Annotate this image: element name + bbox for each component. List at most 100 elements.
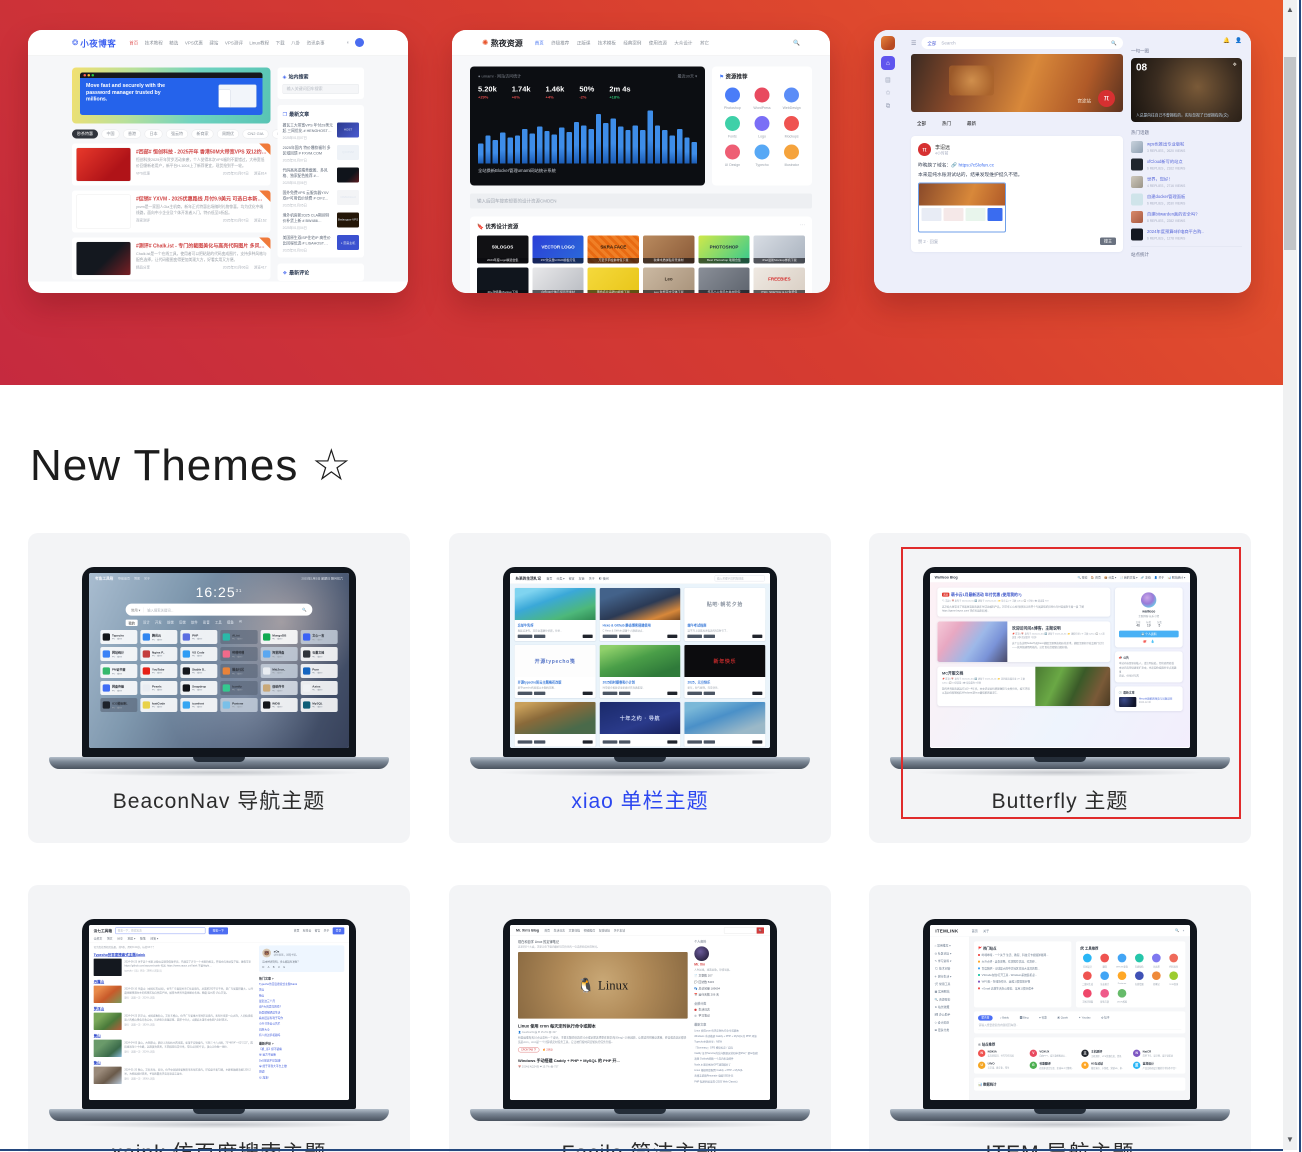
hot-article-link[interactable]: 最近这三个月 xyxy=(259,999,344,1003)
item-search-input[interactable]: 请输入想要搜索的内容按回车键.. xyxy=(978,1021,1181,1030)
hot-site-entry[interactable]: VSCode在线/打开工具 - Windows系统装机必... xyxy=(978,973,1067,977)
xiao-nav-item[interactable]: 🌓 夜间 xyxy=(599,576,609,580)
xiao-nav-item[interactable]: 留言 xyxy=(569,576,575,580)
xaink-search-input[interactable]: 搜索一下，你就知道 xyxy=(115,927,205,934)
read-more-pill[interactable] xyxy=(667,692,677,695)
link-tile[interactable]: 网站统计❤1 · 👁99 xyxy=(100,647,137,661)
hot-article-link[interactable]: 有人用过手机版吗 xyxy=(259,1033,344,1037)
item-menu-entry[interactable]: ✈ 旅行生活 ▾ xyxy=(935,974,969,978)
scrollbar-thumb[interactable] xyxy=(1284,57,1296,250)
comment-link[interactable]: 😆 远方不远嘛 xyxy=(259,1053,344,1057)
link-tile[interactable]: YouTube❤1 · 👁99 xyxy=(140,664,177,678)
hot-site-entry[interactable]: WPS处 - 在线协作好、运维习惯提效好物 xyxy=(978,980,1067,984)
read-more-pill[interactable] xyxy=(583,692,593,695)
topic-item[interactable]: wps也推出专业版啦3 REPLIES，2620 VIEWS xyxy=(1131,141,1242,153)
blog-search-input[interactable]: 输入关键词回车搜索 xyxy=(283,84,359,94)
recent-post-link[interactable]: Windows 手动搭建 Caddy + PHP + MySQL 的 PHP 环… xyxy=(694,1034,762,1038)
hot-article-link[interactable]: 看书还是有利于写作 xyxy=(259,1016,344,1020)
xaink-tab[interactable]: 随笔 xyxy=(140,936,146,942)
recent-post-link[interactable]: Caddy 证书Service的反向数据运营和申请SSL？要let加密 xyxy=(694,1051,762,1055)
tool-item[interactable]: 轻笔记 xyxy=(1149,971,1164,985)
engine-tab[interactable]: ✿ 知乎 xyxy=(1098,1015,1113,1020)
facile-nav-item[interactable]: 文章归档 xyxy=(569,928,580,932)
xaink-top-link[interactable]: 标签云 xyxy=(303,929,312,933)
xaink-tab[interactable]: 分享 xyxy=(117,936,123,942)
theme-card-facile[interactable]: Mr. Xin's Blog 首页生活日志文章归档视频推荐友情链接关于本站 🔍 … xyxy=(449,885,831,1152)
post-title[interactable]: Hexo & Github 静态博客搭建使用 xyxy=(603,623,678,628)
recent-post-link[interactable]: Linux 根据预案配置 Caddy + PHP + MySQL xyxy=(694,1068,762,1072)
link-tile[interactable]: fastGode❤1 · 👁99 xyxy=(140,698,177,712)
hero-preview-blog[interactable]: ❂ 小夜博客 首页技术教程精选VPS优惠建站VPS测评Linux教程下载八卦资讯… xyxy=(28,30,408,293)
xaink-top-link[interactable]: 关于 xyxy=(324,929,330,933)
link-tile[interactable]: Stable D..❤1 · 👁99 xyxy=(180,664,217,678)
social-icon[interactable]: U xyxy=(278,966,280,969)
gallery-tile[interactable]: 黄色名片品牌VI模板下载 xyxy=(588,268,639,294)
link-tile[interactable]: 阿里网盘❤1 · 👁99 xyxy=(261,647,298,661)
designnav-search-input[interactable]: 输入后回车搜索想要的设计资源CMDEN xyxy=(470,194,812,209)
link-tile[interactable]: 信纸传书❤1 · 👁99 xyxy=(261,681,298,695)
search-icon[interactable]: 🔍 xyxy=(302,607,307,611)
xiao-nav-item[interactable]: 友链 xyxy=(579,576,585,580)
result-title[interactable]: 丹霞山 xyxy=(94,979,254,984)
xiao-nav-item[interactable]: 首页 xyxy=(546,576,552,580)
topic-item[interactable]: 自建docker管理面板6 REPLIES，2630 VIEWS xyxy=(1131,194,1242,206)
facile-comment-count[interactable]: 🔥 2评论 xyxy=(543,1048,553,1052)
theme-title-beaconnav[interactable]: BeaconNav 导航主题 xyxy=(28,785,410,815)
item-menu-entry[interactable]: ⊞ 更多分类 xyxy=(935,1028,969,1032)
theme-card-xaink[interactable]: 淡七工具箱 搜索一下，你就知道 搜索一下 首页标签云留言关于 登录 全部文博文分… xyxy=(28,885,410,1152)
tool-item[interactable]: WHOIS查询 xyxy=(1114,954,1129,968)
recent-post-link[interactable]: PHP 私密码验证用 (2025 Web Classic) xyxy=(694,1080,762,1084)
item-nav-link[interactable]: 关于 xyxy=(983,929,989,933)
category-item[interactable]: 学习笔记 xyxy=(694,1014,762,1018)
facile-search-input[interactable] xyxy=(724,927,757,933)
link-tile[interactable]: 网盘传输❤1 · 👁99 xyxy=(100,681,137,695)
tool-item[interactable]: 二维码生成 xyxy=(1080,971,1095,985)
topic-item[interactable]: xfCloud新写的站点6 REPLIES，2162 VIEWS xyxy=(1131,159,1242,171)
xaink-tab[interactable]: 地区 ▾ xyxy=(128,936,136,942)
recent-post-link[interactable]: 去哪手提箱Resonate 电脑SSD外壳 xyxy=(694,1074,762,1078)
facile-tag-pill[interactable]: CRONTAB 下 xyxy=(518,1047,539,1052)
theme-card-butterfly[interactable]: Wallleoo Blog 🔍 搜索🏠 首页📦 分类 ▾📑 我的文档 ▾🔗 友链… xyxy=(869,533,1251,843)
link-tile[interactable]: Typecho❤1 · 👁99 xyxy=(100,630,137,644)
engine-tab[interactable]: ✦ Youdao xyxy=(1075,1015,1094,1020)
engine-tab[interactable]: ♥ 谷歌 xyxy=(1036,1015,1050,1020)
hot-article-link[interactable]: 日历大全 xyxy=(259,1028,344,1032)
post-link[interactable]: 🔗 https://c5lofun.cc xyxy=(951,163,994,169)
post-title[interactable]: 开源typecho防云主题梅花改版 xyxy=(518,680,593,685)
hot-site-entry[interactable]: 百度贴吧 - 全球最大的中文社区交流大本营的朋... xyxy=(978,967,1067,971)
result-title[interactable]: 黄山 xyxy=(94,1033,254,1038)
link-tile[interactable]: Nginx P..❤1 · 👁99 xyxy=(140,647,177,661)
hot-site-entry[interactable]: 哔哩哔哩 - 一个关于 生活、教程、科技打卡视频弹幕网... xyxy=(978,953,1067,957)
dark-mode-icon[interactable]: ◐ xyxy=(1183,929,1185,933)
facile-post2-title[interactable]: Windows 手动搭建 Caddy + PHP + MySQL 的 PHP 开… xyxy=(518,1058,688,1064)
link-tile[interactable]: Axios❤1 · 👁99 xyxy=(301,681,338,695)
post-card[interactable]: 2025四时顺春和小计划 时常朝夕相处记录新春好日充满希望.. xyxy=(600,645,681,698)
hot-site-entry[interactable]: +Gmail 高效生活办公搜索、常用习惯好帮手 xyxy=(978,987,1067,991)
link-tile[interactable]: MySQL❤1 · 👁99 xyxy=(301,698,338,712)
filter-pill[interactable]: 全部 xyxy=(911,118,932,129)
recent-post-link[interactable]: 清理 Outlook邮箱一个月内未读邮件 xyxy=(694,1057,762,1061)
more-icon[interactable]: ··· xyxy=(800,223,805,231)
post-card[interactable]: 开源typecho笺 开源typecho防云主题梅花改版 基于typecho的原… xyxy=(515,645,596,698)
link-tile[interactable]: AList❤1 · 👁99 xyxy=(220,630,257,644)
link-tile[interactable]: Iconify❤1 · 👁99 xyxy=(220,681,257,695)
hot-article-link[interactable]: 新型楼梯晒这生活 xyxy=(259,1011,344,1015)
link-tile[interactable]: PM证书查❤1 · 👁99 xyxy=(100,664,137,678)
recent-post-link[interactable]: 『Summary』GPS 模块标定 / 实际 xyxy=(694,1046,762,1050)
user-icon[interactable]: 👤 xyxy=(1235,37,1242,44)
item-menu-entry[interactable]: ▣ 实用网站 xyxy=(935,990,969,994)
xaink-top-link[interactable]: 首页 xyxy=(294,929,300,933)
hero-preview-forum[interactable]: ⌂ ▤ ✩ ⧉ ☰ 全部 Search 🔍 xyxy=(874,30,1251,293)
tool-item[interactable]: 在线配色 xyxy=(1132,954,1147,968)
facile-nav-item[interactable]: 视频推荐 xyxy=(584,928,595,932)
xaink-top-link[interactable]: 留言 xyxy=(315,929,321,933)
tab-active[interactable]: 我的 xyxy=(126,620,138,626)
social-icon[interactable]: G xyxy=(283,966,285,969)
read-more-pill[interactable] xyxy=(752,692,762,695)
comment-link[interactable]: 😉 加油! xyxy=(259,1076,344,1080)
link-tile[interactable]: VS Code❤1 · 👁99 xyxy=(180,647,217,661)
item-menu-entry[interactable]: 🗂 办公助手 xyxy=(935,1013,969,1017)
filter-pill[interactable]: 热门 xyxy=(936,118,957,129)
recommended-site[interactable]: V VOXUX自由PPT、设计及模板站心.. xyxy=(1030,1050,1078,1058)
link-tile[interactable]: MongoDB❤1 · 👁99 xyxy=(261,630,298,644)
